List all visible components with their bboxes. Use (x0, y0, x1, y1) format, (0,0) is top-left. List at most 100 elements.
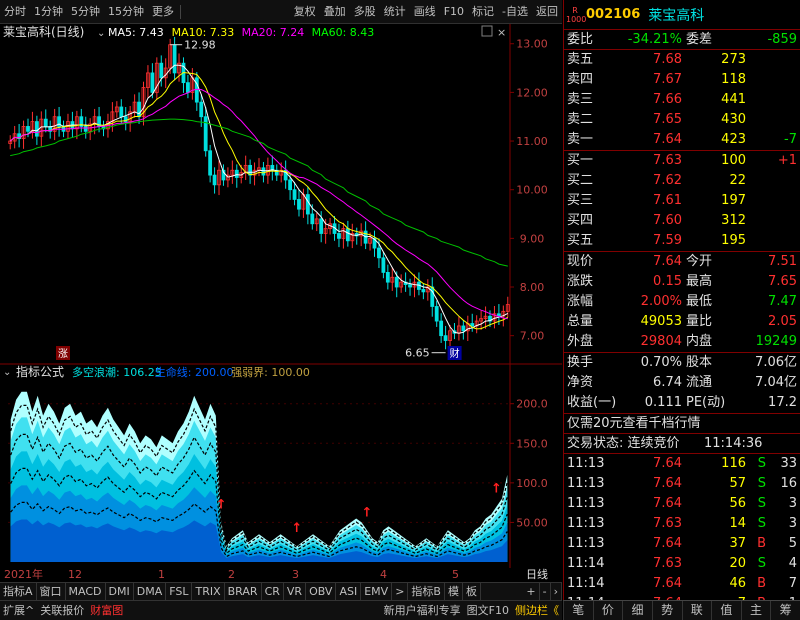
indicator-tab-16[interactable]: 板 (463, 583, 481, 600)
indicator-add-icon[interactable]: + (523, 583, 540, 600)
right-tab-6[interactable]: 主 (740, 601, 771, 620)
indicator-tab-3[interactable]: DMI (106, 583, 134, 600)
ask-row-3[interactable]: 卖二 7.65 430 (564, 110, 800, 130)
toolbar-action-8[interactable]: 返回 (532, 0, 562, 24)
ask-price: 7.65 (653, 112, 682, 127)
right-tab-7[interactable]: 筹 (770, 601, 800, 620)
indicator-chevron-icon[interactable]: ⌄ (3, 367, 11, 378)
panel-close-icon[interactable]: × (497, 26, 506, 39)
panel-settings-icon[interactable] (481, 25, 493, 37)
indicator-tab-15[interactable]: 模 (445, 583, 463, 600)
indicator-tab-5[interactable]: FSL (166, 583, 193, 600)
ask-row-4[interactable]: 卖一 7.64 423 -7 (564, 130, 800, 150)
indicator-tab-6[interactable]: TRIX (192, 583, 225, 600)
period-tab-0[interactable]: 分时 (0, 0, 30, 24)
period-tab-1[interactable]: 1分钟 (30, 0, 67, 24)
right-tab-0[interactable]: 笔 (563, 601, 593, 620)
indicator-tab-7[interactable]: BRAR (225, 583, 262, 600)
bid-volume: 312 (721, 213, 746, 228)
period-tab-4[interactable]: 更多 (148, 0, 178, 24)
indicator-tab-14[interactable]: 指标B (408, 583, 445, 600)
right-tab-5[interactable]: 值 (711, 601, 741, 620)
indicator-ytick-label: 50.00 (516, 516, 548, 529)
tick-time: 11:13 (567, 516, 605, 531)
bid-row-4[interactable]: 买五 7.59 195 (564, 231, 800, 251)
stat-value: 7.51 (768, 254, 797, 269)
bid-level-label: 买四 (567, 213, 594, 228)
tick-list[interactable]: 11:13 7.64 116 S 33 11:13 7.64 57 S 16 11:13 7.64 56… (564, 454, 800, 614)
status-right-0[interactable]: 新用户福利专享 (381, 601, 464, 620)
tick-row-4: 11:13 7.64 37 B 5 (564, 534, 800, 554)
indicator-next-icon[interactable]: › (551, 583, 562, 600)
tick-count: 4 (788, 556, 797, 571)
promo-row[interactable]: 仅需20元查看千档行情 (564, 414, 800, 434)
promo-text[interactable]: 仅需20元查看千档行情 (567, 414, 701, 434)
right-tab-3[interactable]: 势 (651, 601, 682, 620)
candle-body (345, 228, 350, 242)
candle-body (470, 323, 475, 327)
candle-body (159, 62, 164, 79)
ask-level-label: 卖四 (567, 72, 594, 87)
toolbar-action-5[interactable]: F10 (440, 0, 468, 24)
period-tab-3[interactable]: 15分钟 (104, 0, 148, 24)
right-tab-4[interactable]: 联 (681, 601, 712, 620)
tick-time: 11:14 (567, 576, 605, 591)
bid-row-2[interactable]: 买三 7.61 197 (564, 191, 800, 211)
indicator-tab-0[interactable]: 指标A (0, 583, 37, 600)
toolbar-action-3[interactable]: 统计 (380, 0, 410, 24)
ask-row-1[interactable]: 卖四 7.67 118 (564, 70, 800, 90)
tick-side: S (757, 456, 766, 471)
toolbar-action-7[interactable]: -自选 (498, 0, 532, 24)
kline-chevron-icon[interactable]: ⌄ (97, 28, 105, 39)
stat-label: 外盘 (567, 334, 594, 349)
toolbar-action-1[interactable]: 叠加 (320, 0, 350, 24)
stock-name[interactable]: 莱宝高科 (648, 5, 704, 25)
toolbar-action-0[interactable]: 复权 (290, 0, 320, 24)
stats-row-0: 现价 7.64 今开 7.51 (564, 252, 800, 272)
bid-row-3[interactable]: 买四 7.60 312 (564, 211, 800, 231)
toolbar-action-2[interactable]: 多股 (350, 0, 380, 24)
indicator-label-0: 多空浪潮: 106.25 (72, 365, 162, 379)
ask-level-label: 卖一 (567, 132, 594, 147)
bid-row-0[interactable]: 买一 7.63 100 +1 (564, 151, 800, 171)
status-left-2[interactable]: 财富图 (87, 601, 126, 620)
chart-svg[interactable]: 莱宝高科(日线) ⌄ MA5: 7.43 MA10: 7.33 MA20: 7.24 MA… (0, 24, 562, 568)
tick-side: S (757, 516, 766, 531)
right-tab-2[interactable]: 细 (622, 601, 652, 620)
tick-price: 7.64 (653, 576, 682, 591)
ask-level-label: 卖五 (567, 52, 594, 67)
fin-marker[interactable]: 财 (450, 347, 460, 360)
right-tab-1[interactable]: 价 (592, 601, 623, 620)
tick-count: 33 (780, 456, 797, 471)
stat-label: 最高 (686, 274, 713, 289)
stat-label: 今开 (686, 254, 713, 269)
toolbar-action-4[interactable]: 画线 (410, 0, 440, 24)
indicator-tab-1[interactable]: 窗口 (37, 583, 66, 600)
indicator-tab-11[interactable]: ASI (336, 583, 362, 600)
stock-code[interactable]: 002106 (586, 7, 640, 22)
toolbar-action-6[interactable]: 标记 (468, 0, 498, 24)
x-tick-label-5: 4 (380, 568, 387, 581)
tick-side: B (757, 576, 766, 591)
indicator-tab-10[interactable]: OBV (306, 583, 337, 600)
stock-header: R 1000 002106 莱宝高科 (564, 0, 800, 30)
indicator-tab-9[interactable]: VR (284, 583, 307, 600)
status-right-2[interactable]: 侧边栏《 (512, 601, 562, 620)
ask-row-2[interactable]: 卖三 7.66 441 (564, 90, 800, 110)
bid-row-1[interactable]: 买二 7.62 22 (564, 171, 800, 191)
candle-body (305, 194, 310, 215)
indicator-tab-8[interactable]: CR (262, 583, 284, 600)
indicator-tab-13[interactable]: > (392, 583, 409, 600)
status-right-1[interactable]: 图文F10 (464, 601, 512, 620)
weicha-label: 委差 (686, 32, 713, 47)
rise-marker[interactable]: 涨 (58, 348, 68, 360)
indicator-tab-2[interactable]: MACD (66, 583, 106, 600)
ask-book: 卖五 7.68 273 卖四 7.67 118 卖三 7.66 441 卖二 7.65 430 卖一 7.… (564, 50, 800, 151)
indicator-remove-icon[interactable]: - (540, 583, 551, 600)
status-left-1[interactable]: 关联报价 (37, 601, 87, 620)
indicator-tab-12[interactable]: EMV (361, 583, 393, 600)
status-left-0[interactable]: 扩展^ (0, 601, 37, 620)
ask-row-0[interactable]: 卖五 7.68 273 (564, 50, 800, 70)
indicator-tab-4[interactable]: DMA (134, 583, 167, 600)
period-tab-2[interactable]: 5分钟 (67, 0, 104, 24)
